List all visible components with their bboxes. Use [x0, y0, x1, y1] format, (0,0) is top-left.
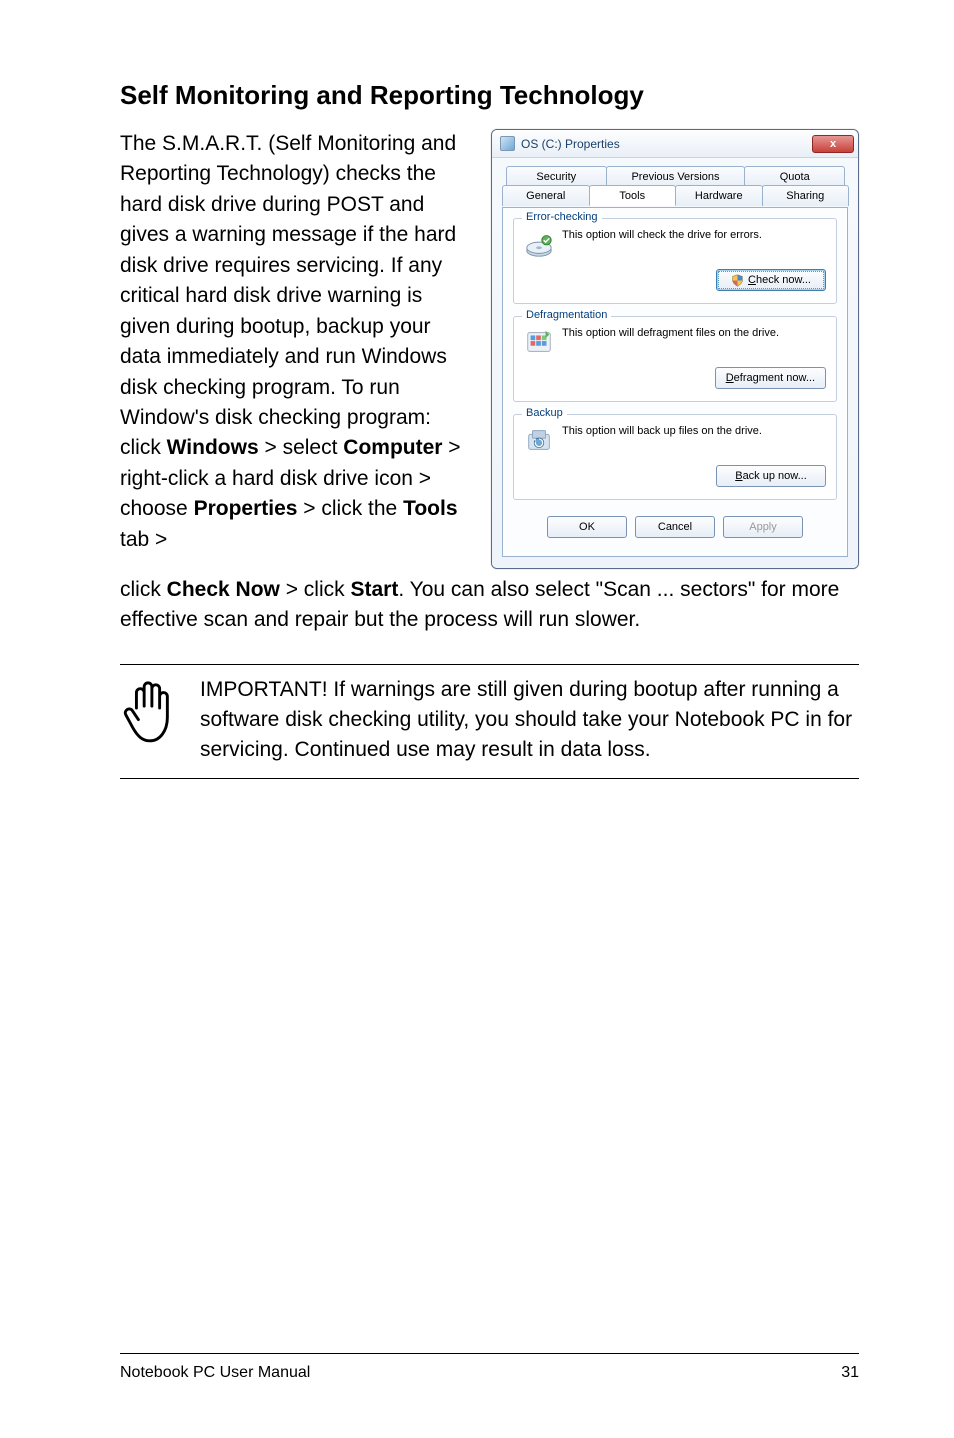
- important-note: IMPORTANT! If warnings are still given d…: [120, 664, 859, 779]
- defragment-icon: [524, 327, 554, 357]
- titlebar: OS (C:) Properties x: [492, 130, 858, 158]
- tab-quota[interactable]: Quota: [744, 166, 845, 187]
- check-now-button[interactable]: Check now...: [716, 269, 826, 291]
- hand-stop-icon: [120, 675, 178, 752]
- body-paragraph-left: The S.M.A.R.T. (Self Monitoring and Repo…: [120, 129, 473, 555]
- tab-hardware[interactable]: Hardware: [675, 185, 763, 206]
- check-now-label: Check now...: [748, 274, 811, 286]
- backup-icon: [524, 425, 554, 455]
- body-paragraph-after: click Check Now > click Start. You can a…: [120, 575, 859, 636]
- group-text-error: This option will check the drive for err…: [562, 229, 826, 241]
- page-footer: Notebook PC User Manual 31: [120, 1353, 859, 1382]
- group-title-error: Error-checking: [522, 211, 602, 223]
- properties-dialog: OS (C:) Properties x Security Previous V…: [491, 129, 859, 569]
- group-defragmentation: Defragmentation This option will defragm…: [513, 316, 837, 402]
- section-heading: Self Monitoring and Reporting Technology: [120, 80, 859, 111]
- backup-now-button[interactable]: Back up now...: [716, 465, 826, 487]
- uac-shield-icon: [731, 274, 744, 287]
- group-error-checking: Error-checking This option will check th…: [513, 218, 837, 304]
- group-title-defrag: Defragmentation: [522, 309, 611, 321]
- important-note-text: IMPORTANT! If warnings are still given d…: [200, 675, 859, 764]
- tab-content-tools: Error-checking This option will check th…: [502, 207, 848, 557]
- defragment-now-button[interactable]: Defragment now...: [715, 367, 826, 389]
- error-check-icon: [524, 229, 554, 259]
- tab-tools[interactable]: Tools: [589, 185, 677, 206]
- apply-button[interactable]: Apply: [723, 516, 803, 538]
- footer-page-number: 31: [841, 1364, 859, 1382]
- ok-button[interactable]: OK: [547, 516, 627, 538]
- cancel-button[interactable]: Cancel: [635, 516, 715, 538]
- defragment-now-label: Defragment now...: [726, 372, 815, 384]
- backup-now-label: Back up now...: [735, 470, 807, 482]
- tab-general[interactable]: General: [502, 185, 590, 206]
- group-text-backup: This option will back up files on the dr…: [562, 425, 826, 437]
- tab-strip: Security Previous Versions Quota General…: [502, 166, 848, 208]
- tab-previous-versions[interactable]: Previous Versions: [606, 166, 746, 187]
- footer-left: Notebook PC User Manual: [120, 1364, 310, 1382]
- drive-icon: [500, 136, 515, 151]
- tab-security[interactable]: Security: [506, 166, 607, 187]
- tab-sharing[interactable]: Sharing: [762, 185, 850, 206]
- close-button[interactable]: x: [812, 135, 854, 153]
- group-title-backup: Backup: [522, 407, 567, 419]
- dialog-title: OS (C:) Properties: [521, 137, 812, 151]
- dialog-footer: OK Cancel Apply: [513, 512, 837, 542]
- group-backup: Backup This option will back up file: [513, 414, 837, 500]
- group-text-defrag: This option will defragment files on the…: [562, 327, 826, 339]
